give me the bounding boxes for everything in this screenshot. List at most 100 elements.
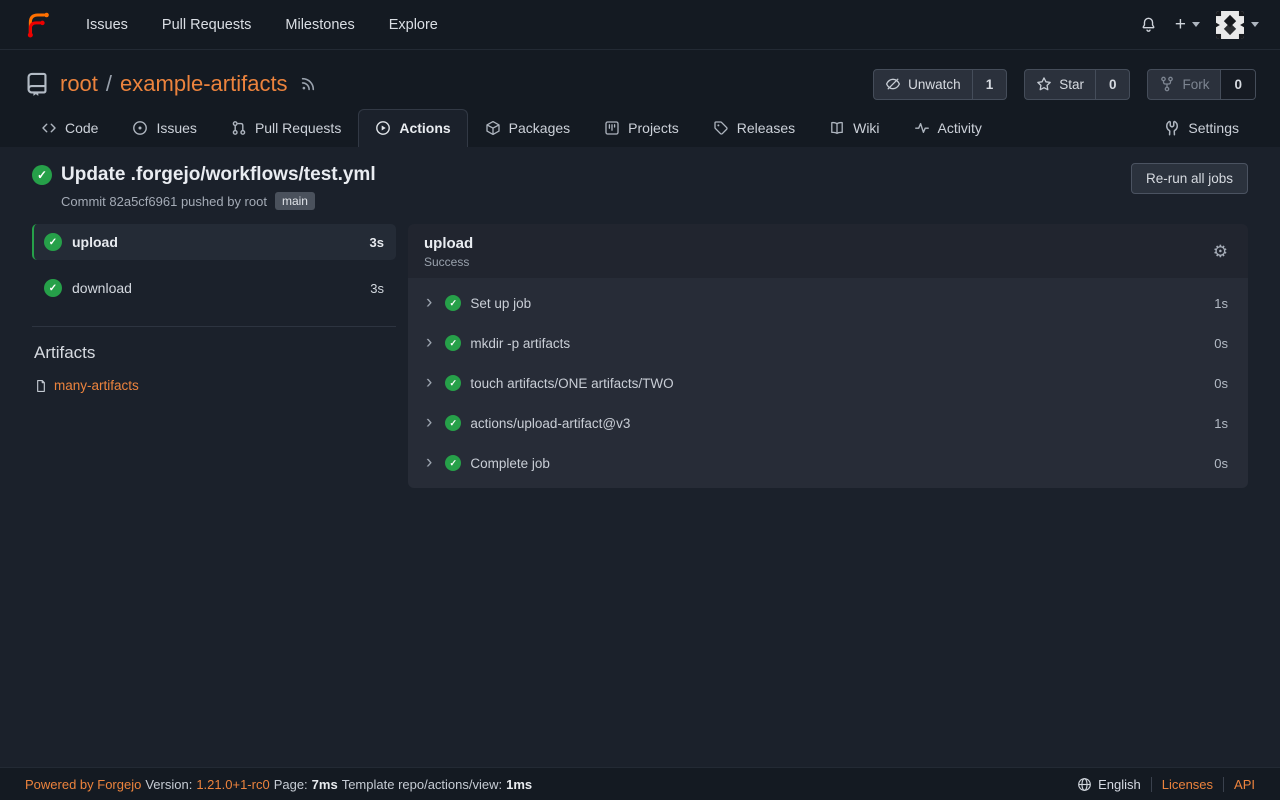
step-duration: 0s (1214, 376, 1228, 391)
user-menu[interactable] (1216, 11, 1259, 39)
step-row-set-up-job[interactable]: › ✓ Set up job 1s (408, 283, 1248, 323)
template-time-value: 1ms (506, 777, 532, 792)
steps-list: › ✓ Set up job 1s › ✓ mkdir -p artifacts… (408, 278, 1248, 488)
navbar-right: + (1138, 11, 1259, 39)
notifications-bell-icon[interactable] (1138, 14, 1159, 35)
tab-code[interactable]: Code (24, 109, 115, 147)
artifacts-heading: Artifacts (34, 343, 396, 363)
branch-badge[interactable]: main (275, 192, 315, 210)
tab-packages[interactable]: Packages (468, 109, 587, 147)
step-name: Set up job (470, 296, 531, 311)
repo-action-buttons: Unwatch 1 Star 0 (873, 69, 1256, 100)
language-label: English (1098, 777, 1141, 792)
chevron-right-icon: › (426, 455, 432, 470)
job-item-upload[interactable]: ✓ upload 3s (32, 224, 396, 260)
play-circle-icon (375, 120, 391, 136)
commit-text: Commit 82a5cf6961 pushed by root (61, 194, 267, 209)
step-row-mkdir[interactable]: › ✓ mkdir -p artifacts 0s (408, 323, 1248, 363)
licenses-link[interactable]: Licenses (1162, 777, 1213, 792)
avatar (1216, 11, 1244, 39)
watchers-count[interactable]: 1 (972, 70, 1007, 99)
create-new-button[interactable]: + (1175, 15, 1200, 34)
tab-label: Wiki (853, 120, 879, 136)
tools-icon (1164, 120, 1180, 136)
job-detail-header: upload Success ⚙ (408, 224, 1248, 278)
top-navbar: Issues Pull Requests Milestones Explore … (0, 0, 1280, 50)
job-detail-panel: upload Success ⚙ › ✓ Set up job 1s › ✓ (408, 224, 1248, 488)
tag-icon (713, 120, 729, 136)
fork-button[interactable]: Fork (1148, 70, 1220, 99)
nav-link-issues[interactable]: Issues (69, 17, 145, 33)
chevron-right-icon: › (426, 415, 432, 430)
job-status: Success (424, 255, 473, 269)
tab-releases[interactable]: Releases (696, 109, 812, 147)
repo-name-link[interactable]: example-artifacts (120, 71, 288, 97)
version-link[interactable]: 1.21.0+1-rc0 (196, 777, 269, 792)
job-detail-title-block: upload Success (424, 234, 473, 269)
artifact-name: many-artifacts (54, 378, 139, 393)
tab-settings[interactable]: Settings (1147, 109, 1256, 147)
success-check-icon: ✓ (445, 375, 461, 391)
language-selector[interactable]: English (1077, 777, 1141, 792)
run-title-block: ✓ Update .forgejo/workflows/test.yml Com… (32, 163, 376, 210)
run-columns: ✓ upload 3s ✓ download 3s Artifacts many… (32, 224, 1248, 488)
rerun-all-jobs-button[interactable]: Re-run all jobs (1131, 163, 1248, 194)
repo-path-separator: / (106, 71, 112, 97)
star-button-group: Star 0 (1024, 69, 1130, 100)
nav-link-milestones[interactable]: Milestones (268, 17, 371, 33)
footer-right: English Licenses API (1077, 777, 1255, 792)
success-check-icon: ✓ (445, 455, 461, 471)
chevron-down-icon (1192, 22, 1200, 27)
step-duration: 1s (1214, 416, 1228, 431)
tab-label: Pull Requests (255, 120, 341, 136)
tab-actions[interactable]: Actions (358, 109, 467, 147)
pull-request-icon (231, 120, 247, 136)
success-check-icon: ✓ (445, 335, 461, 351)
step-row-touch[interactable]: › ✓ touch artifacts/ONE artifacts/TWO 0s (408, 363, 1248, 403)
tab-label: Activity (938, 120, 982, 136)
step-row-upload-artifact[interactable]: › ✓ actions/upload-artifact@v3 1s (408, 403, 1248, 443)
unwatch-button[interactable]: Unwatch (874, 70, 972, 99)
template-time-label: Template repo/actions/view: (342, 777, 502, 792)
chevron-down-icon (1251, 22, 1259, 27)
star-button[interactable]: Star (1025, 70, 1095, 99)
tab-pull-requests[interactable]: Pull Requests (214, 109, 358, 147)
nav-link-explore[interactable]: Explore (372, 17, 455, 33)
rss-icon[interactable] (300, 76, 316, 92)
forks-count[interactable]: 0 (1220, 70, 1255, 99)
version-label: Version: (145, 777, 192, 792)
code-icon (41, 120, 57, 136)
gear-icon[interactable]: ⚙ (1213, 243, 1232, 260)
job-item-download[interactable]: ✓ download 3s (32, 270, 396, 306)
actions-run-view: ✓ Update .forgejo/workflows/test.yml Com… (0, 147, 1280, 488)
tab-wiki[interactable]: Wiki (812, 109, 896, 147)
repo-owner-link[interactable]: root (60, 71, 98, 97)
step-duration: 0s (1214, 456, 1228, 471)
footer-divider (1223, 777, 1224, 792)
repo-header: root / example-artifacts Unw (0, 50, 1280, 147)
nav-link-pull-requests[interactable]: Pull Requests (145, 17, 268, 33)
step-name: actions/upload-artifact@v3 (470, 416, 630, 431)
forgejo-logo-icon[interactable] (21, 9, 53, 41)
tab-label: Settings (1188, 120, 1239, 136)
globe-icon (1077, 777, 1092, 792)
jobs-sidebar: ✓ upload 3s ✓ download 3s Artifacts many… (32, 224, 396, 488)
artifact-link-many-artifacts[interactable]: many-artifacts (34, 378, 139, 393)
issue-circle-icon (132, 120, 148, 136)
footer: Powered by Forgejo Version: 1.21.0+1-rc0… (0, 767, 1280, 800)
tab-activity[interactable]: Activity (897, 109, 999, 147)
tab-label: Code (65, 120, 98, 136)
api-link[interactable]: API (1234, 777, 1255, 792)
step-name: mkdir -p artifacts (470, 336, 570, 351)
watch-button-group: Unwatch 1 (873, 69, 1007, 100)
book-open-icon (829, 120, 845, 136)
step-row-complete-job[interactable]: › ✓ Complete job 0s (408, 443, 1248, 483)
stars-count[interactable]: 0 (1095, 70, 1130, 99)
tab-projects[interactable]: Projects (587, 109, 696, 147)
tab-issues[interactable]: Issues (115, 109, 213, 147)
repo-tabs: Code Issues Pull Requests Actions Packag… (24, 109, 1256, 147)
success-check-icon: ✓ (44, 233, 62, 251)
powered-by-forgejo-link[interactable]: Powered by Forgejo (25, 777, 141, 792)
plus-icon: + (1175, 15, 1186, 34)
unwatch-label: Unwatch (908, 77, 961, 92)
